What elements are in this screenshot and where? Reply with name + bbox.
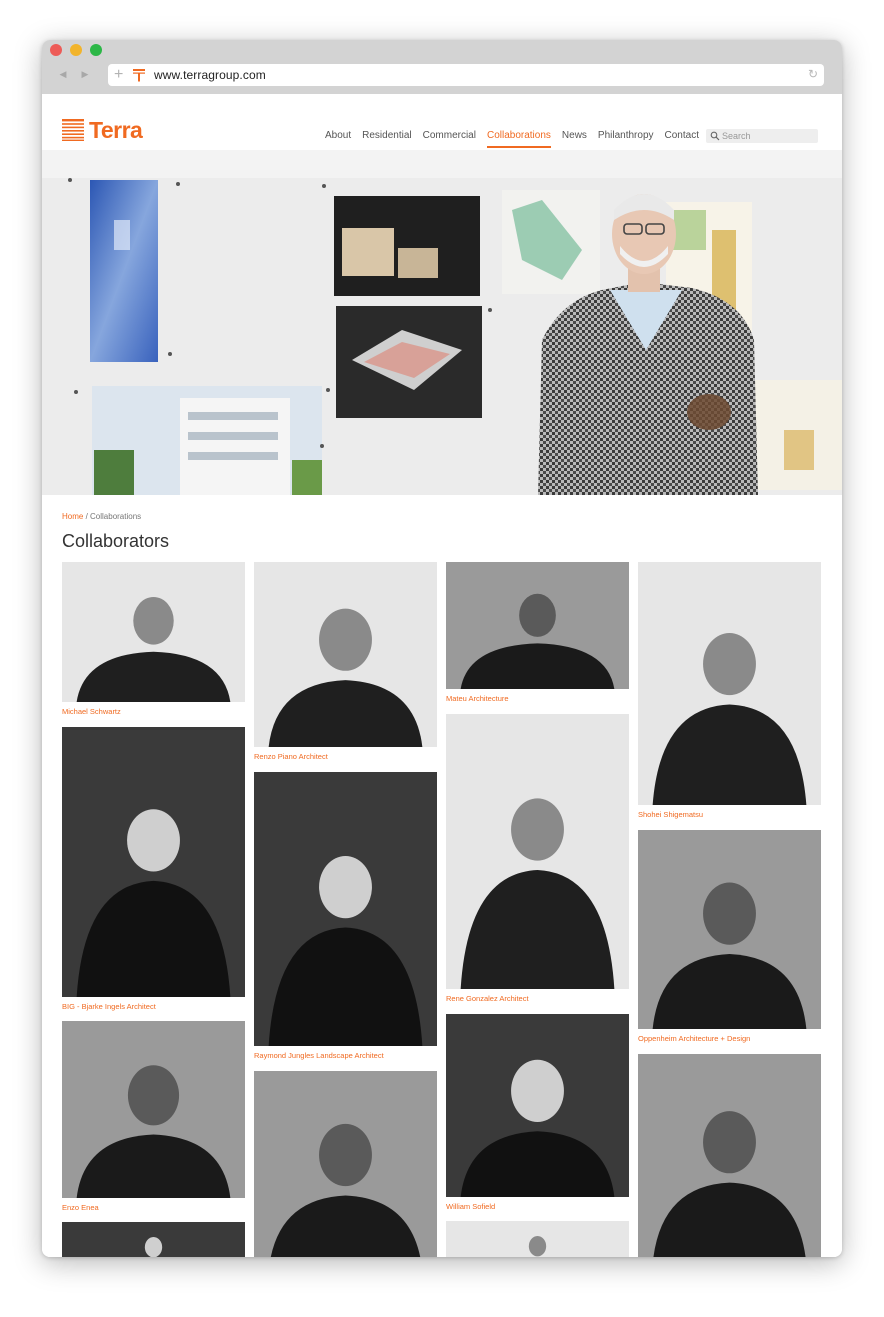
nav-link-commercial[interactable]: Commercial (423, 130, 476, 148)
breadcrumb-current: Collaborations (90, 512, 142, 521)
collaborator-name-link[interactable]: Raymond Jungles Landscape Architect (254, 1051, 437, 1060)
site-logo[interactable]: Terra (62, 117, 143, 143)
collaborator-photo[interactable] (446, 1221, 629, 1257)
collaborator-card[interactable] (446, 1221, 629, 1257)
logo-wordmark: Terra (89, 117, 143, 143)
collaborator-card[interactable] (62, 1222, 245, 1257)
collaborator-photo[interactable] (62, 562, 245, 702)
hero-studio-photo (42, 150, 842, 495)
forward-arrow-icon[interactable]: ▶ (76, 65, 94, 83)
hero-banner-image (42, 150, 842, 495)
collaborator-name-link[interactable]: Oppenheim Architecture + Design (638, 1034, 821, 1043)
collaborator-card[interactable]: BIG - Bjarke Ingels Architect (62, 727, 245, 1011)
search-input[interactable] (722, 129, 816, 143)
collaborator-photo[interactable] (254, 562, 437, 747)
collaborator-photo[interactable] (638, 1054, 821, 1257)
collaborator-name-link[interactable]: William Sofield (446, 1202, 629, 1211)
page-title: Collaborators (62, 531, 170, 551)
collaborator-photo[interactable] (446, 562, 629, 689)
collaborator-card[interactable]: Shohei Shigematsu (638, 562, 821, 819)
collaborator-name-link[interactable]: Enzo Enea (62, 1203, 245, 1212)
collaborator-photo[interactable] (62, 1021, 245, 1198)
nav-link-about[interactable]: About (325, 130, 351, 148)
collaborator-name-link[interactable]: BIG - Bjarke Ingels Architect (62, 1002, 245, 1011)
address-url[interactable]: www.terragroup.com (154, 68, 266, 82)
nav-link-contact[interactable]: Contact (665, 130, 699, 148)
collaborator-card[interactable]: Enzo Enea (62, 1021, 245, 1212)
nav-link-collaborations[interactable]: Collaborations (486, 130, 551, 148)
breadcrumb: Home / Collaborations (62, 512, 141, 521)
website: Terra About Residential Commercial Collabor… (42, 94, 842, 1257)
browser-chrome: ◀ ▶ + www.terragroup.com ↻ (42, 40, 842, 94)
close-window-button[interactable] (50, 44, 62, 56)
collaborator-photo[interactable] (62, 727, 245, 997)
collaborator-photo[interactable] (254, 772, 437, 1046)
site-favicon-icon (133, 69, 145, 82)
collaborator-name-link[interactable]: Shohei Shigematsu (638, 810, 821, 819)
address-bar[interactable]: + www.terragroup.com ↻ (108, 64, 824, 86)
main-navigation: About Residential Commercial Collaborations… (325, 130, 710, 148)
collaborator-photo[interactable] (446, 714, 629, 989)
collaborator-photo[interactable] (62, 1222, 245, 1257)
collaborator-card[interactable]: Michael Schwartz (62, 562, 245, 716)
collaborator-card[interactable]: Rene Gonzalez Architect (446, 714, 629, 1003)
collaborator-card[interactable]: Oppenheim Architecture + Design (638, 830, 821, 1043)
collaborator-name-link[interactable]: Rene Gonzalez Architect (446, 994, 629, 1003)
collaborator-photo[interactable] (638, 562, 821, 805)
collaborator-card[interactable]: Mateu Architecture (446, 562, 629, 703)
collaborator-card[interactable]: Raymond Jungles Landscape Architect (254, 772, 437, 1060)
collaborator-card[interactable]: Renzo Piano Architect (254, 562, 437, 761)
nav-link-residential[interactable]: Residential (362, 130, 411, 148)
collaborator-name-link[interactable]: Mateu Architecture (446, 694, 629, 703)
collaborator-card[interactable] (254, 1071, 437, 1257)
nav-link-philanthropy[interactable]: Philanthropy (598, 130, 654, 148)
reload-icon[interactable]: ↻ (808, 67, 818, 81)
collaborator-card[interactable]: William Sofield (446, 1014, 629, 1211)
search-icon (710, 131, 720, 141)
search-box[interactable] (706, 129, 818, 143)
back-arrow-icon[interactable]: ◀ (54, 65, 72, 83)
collaborator-photo[interactable] (446, 1014, 629, 1197)
collaborator-card[interactable] (638, 1054, 821, 1257)
collaborator-name-link[interactable]: Renzo Piano Architect (254, 752, 437, 761)
maximize-window-button[interactable] (90, 44, 102, 56)
browser-window: ◀ ▶ + www.terragroup.com ↻ Terra About R… (42, 40, 842, 1257)
terra-logo-icon (62, 119, 84, 141)
collaborator-photo[interactable] (254, 1071, 437, 1257)
breadcrumb-separator: / (83, 512, 91, 521)
minimize-window-button[interactable] (70, 44, 82, 56)
breadcrumb-home-link[interactable]: Home (62, 512, 83, 521)
nav-link-news[interactable]: News (562, 130, 587, 148)
collaborator-photo[interactable] (638, 830, 821, 1029)
collaborator-name-link[interactable]: Michael Schwartz (62, 707, 245, 716)
new-tab-plus-icon[interactable]: + (114, 65, 123, 85)
